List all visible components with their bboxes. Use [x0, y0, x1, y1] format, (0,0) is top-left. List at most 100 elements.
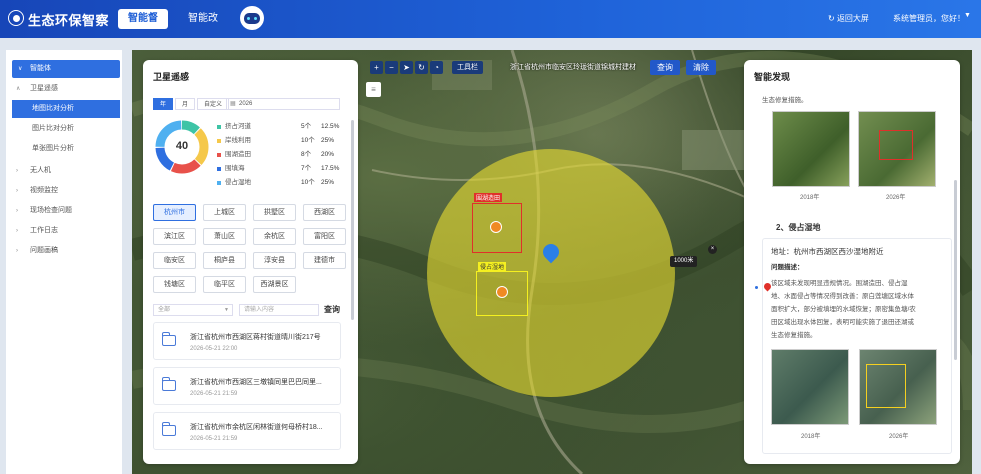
tab-smart-supervise[interactable]: 智能督	[118, 9, 168, 29]
region-chunan[interactable]: 淳安县	[253, 252, 296, 269]
legend-name: 围湖造田	[225, 151, 251, 158]
sidebar-item-label: 智能体	[30, 65, 51, 72]
legend-count: 7个	[301, 165, 312, 172]
tab-month[interactable]: 月	[175, 98, 196, 110]
robot-assistant-icon[interactable]	[240, 6, 264, 30]
satellite-image-2018[interactable]	[771, 349, 849, 425]
close-radius-icon[interactable]: ×	[708, 245, 717, 254]
total-count: 40	[175, 140, 189, 152]
region-xiaoshan[interactable]: 萧山区	[203, 228, 246, 245]
user-menu-caret-icon[interactable]: ▼	[964, 12, 971, 19]
finding-card: 地址：杭州市西湖区西沙湿地附近 问题描述： 该区域未发现明显违规情况。围湖造田、…	[762, 238, 952, 454]
region-gongshu[interactable]: 拱墅区	[253, 204, 296, 221]
layers-icon[interactable]: ≡	[366, 82, 381, 97]
finding-point[interactable]	[490, 221, 502, 233]
legend-count: 10个	[301, 137, 315, 144]
sidebar-item-drone[interactable]: › 无人机	[6, 162, 122, 180]
region-linping[interactable]: 临平区	[203, 276, 246, 293]
search-input[interactable]: 请输入内容	[239, 304, 319, 316]
sidebar-item-issue-draft[interactable]: › 问题画稿	[6, 242, 122, 260]
list-item[interactable]: 浙江省杭州市西湖区三墩镇同里巴巴同里... 2026-05-21 21:59	[153, 367, 341, 405]
legend-swatch	[217, 125, 221, 129]
legend-swatch	[217, 139, 221, 143]
folder-icon	[161, 332, 176, 346]
region-yuhang[interactable]: 余杭区	[253, 228, 296, 245]
sidebar-item-agent[interactable]: ∨ 智能体	[12, 60, 120, 78]
region-xihu-scenic[interactable]: 西湖景区	[253, 276, 296, 293]
toolbox-button[interactable]: 工具栏	[452, 61, 483, 74]
record-time: 2026-05-21 22:00	[190, 346, 238, 352]
user-greeting[interactable]: 系统管理员，您好！	[893, 13, 965, 24]
back-to-dashboard-button[interactable]: ↻ 返回大屏	[828, 13, 869, 24]
desc-line: 面积扩大，部分被填埋的水域恢复；原密集鱼塘/农	[771, 306, 916, 313]
list-item[interactable]: 浙江省杭州市西湖区蒋村街道晴川街217号 2026-05-21 22:00	[153, 322, 341, 360]
measure-button[interactable]: ◔	[430, 61, 443, 74]
zoom-out-button[interactable]: −	[385, 61, 398, 74]
sidebar-item-label: 无人机	[30, 167, 51, 174]
region-tonglu[interactable]: 桐庐县	[203, 252, 246, 269]
legend-swatch	[217, 167, 221, 171]
record-time: 2026-05-21 21:59	[190, 391, 238, 397]
sidebar-item-label: 单张图片分析	[32, 145, 74, 152]
legend-count: 8个	[301, 151, 312, 158]
tab-year[interactable]: 年	[153, 98, 174, 110]
sidebar-item-label: 现场检查问题	[30, 207, 72, 214]
locate-button[interactable]: ➤	[400, 61, 413, 74]
map-query-button[interactable]: 查询	[650, 60, 680, 75]
region-qiantang[interactable]: 钱塘区	[153, 276, 196, 293]
tab-custom[interactable]: 自定义	[197, 98, 230, 110]
bullet-icon	[755, 286, 758, 289]
tab-smart-rectify[interactable]: 智能改	[178, 9, 228, 29]
rotate-button[interactable]: ↻	[415, 61, 428, 74]
satellite-image-2026[interactable]	[858, 111, 936, 187]
list-item[interactable]: 浙江省杭州市余杭区闲林街道何母桥村18... 2026-05-21 21:59	[153, 412, 341, 450]
legend-name: 岸线利用	[225, 137, 251, 144]
map-clear-button[interactable]: 清除	[686, 60, 716, 75]
sidebar-item-satellite[interactable]: ∧ 卫星遥感	[6, 80, 122, 98]
year-picker[interactable]: ▦ 2026	[226, 98, 340, 110]
app-title: 生态环保智察	[28, 13, 110, 28]
sidebar-item-map-compare[interactable]: 地图比对分析	[12, 100, 120, 118]
logo-icon	[8, 10, 24, 26]
legend-percent: 25%	[321, 179, 335, 186]
record-time: 2026-05-21 21:59	[190, 436, 238, 442]
sidebar-item-video[interactable]: › 视频监控	[6, 182, 122, 200]
legend-name: 围填海	[225, 165, 245, 172]
legend-row: 围湖造田 8个 20%	[217, 149, 347, 161]
type-filter-select[interactable]: 全部 ▼	[153, 304, 233, 316]
image-caption: 2018年	[801, 434, 821, 440]
folder-icon	[161, 377, 176, 391]
map-address: 浙江省杭州市临安区玲珑街道锦城村建材	[510, 64, 636, 71]
legend-name: 侵占湿地	[225, 179, 251, 186]
desc-line: 田区域出现水体回复，表明可能实施了退田还湖或	[771, 319, 914, 326]
zoom-in-button[interactable]: +	[370, 61, 383, 74]
desc-line: 生态修复措施。	[771, 332, 817, 339]
satellite-image-2018[interactable]	[772, 111, 850, 187]
sidebar-item-work-log[interactable]: › 工作日志	[6, 222, 122, 240]
sidebar-item-image-compare[interactable]: 图片比对分析	[6, 120, 122, 138]
search-button[interactable]: 查询	[324, 304, 340, 315]
chevron-right-icon: ›	[16, 228, 18, 234]
region-binjiang[interactable]: 滨江区	[153, 228, 196, 245]
finding-point[interactable]	[496, 286, 508, 298]
region-shangcheng[interactable]: 上城区	[203, 204, 246, 221]
region-fuyang[interactable]: 富阳区	[303, 228, 346, 245]
scrollbar[interactable]	[954, 180, 957, 360]
region-jiande[interactable]: 建德市	[303, 252, 346, 269]
region-hangzhou[interactable]: 杭州市	[153, 204, 196, 221]
legend-count: 10个	[301, 179, 315, 186]
region-linan[interactable]: 临安区	[153, 252, 196, 269]
chevron-right-icon: ›	[16, 188, 18, 194]
select-value: 全部	[158, 307, 171, 313]
satellite-image-2026[interactable]	[859, 349, 937, 425]
scrollbar[interactable]	[351, 120, 354, 320]
range-tabs: 年 月 自定义	[153, 98, 231, 110]
legend-row: 挤占河道 5个 12.5%	[217, 121, 347, 133]
sidebar-item-single-image[interactable]: 单张图片分析	[6, 140, 122, 158]
chevron-down-icon: ∨	[18, 66, 23, 72]
sidebar-item-label: 卫星遥感	[30, 85, 58, 92]
sidebar-item-site-inspection[interactable]: › 现场检查问题	[6, 202, 122, 220]
region-xihu[interactable]: 西湖区	[303, 204, 346, 221]
findings-panel: 智能发现 生态修复措施。 2018年 2026年 2、侵占湿地 地址：杭州市西湖…	[744, 60, 960, 464]
calendar-icon: ▦	[230, 101, 236, 107]
